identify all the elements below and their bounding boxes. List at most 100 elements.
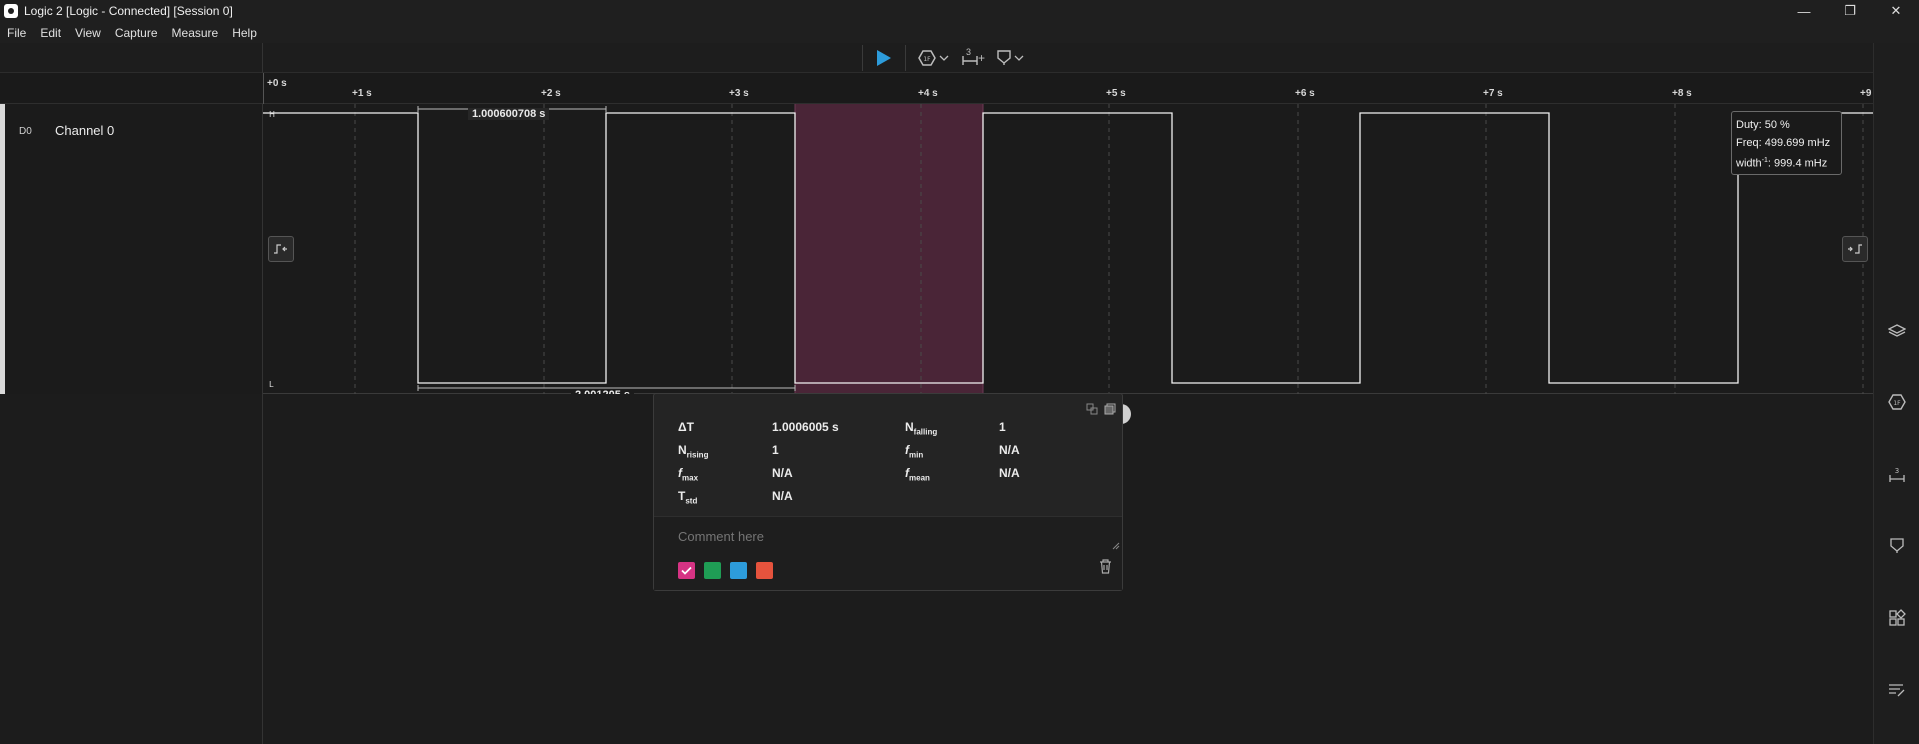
menu-file[interactable]: File xyxy=(0,26,33,40)
chevron-down-icon xyxy=(939,55,949,61)
play-icon xyxy=(877,50,891,66)
resize-grip-icon[interactable] xyxy=(1112,537,1120,555)
measure-icon: 3 xyxy=(1889,467,1905,482)
channel-name[interactable]: Channel 0 xyxy=(55,123,114,138)
menu-measure[interactable]: Measure xyxy=(165,26,226,40)
metric-f-max-value: N/A xyxy=(772,466,793,480)
sidebar-device-button[interactable] xyxy=(1887,321,1907,341)
capture-toolbar: 1F 3 + xyxy=(0,43,1873,73)
minimize-button[interactable]: — xyxy=(1781,0,1827,22)
high-marker: H xyxy=(269,110,275,119)
tick-label: +5 s xyxy=(1106,88,1126,99)
menu-bar: File Edit View Capture Measure Help xyxy=(0,22,1919,43)
metric-t-std-value: N/A xyxy=(772,489,793,503)
square-wave xyxy=(263,112,1873,384)
copy-button[interactable] xyxy=(1104,402,1116,420)
color-swatch-pink[interactable] xyxy=(678,562,695,579)
measurement-popup: ΔT 1.0006005 s Nfalling 1 Nrising 1 fmin… xyxy=(653,393,1123,591)
check-icon xyxy=(681,566,692,575)
popup-actions xyxy=(1080,402,1116,420)
restore-button[interactable]: ❐ xyxy=(1827,0,1873,22)
metric-t-std-label: Tstd xyxy=(678,489,698,506)
marker-icon xyxy=(997,50,1011,65)
comment-input[interactable] xyxy=(678,529,1078,544)
channel-id: D0 xyxy=(19,126,32,137)
time-ruler[interactable]: +0 s +1 s +2 s +3 s +4 s +5 s +6 s +7 s … xyxy=(0,73,1873,104)
sidebar-analyzers-button[interactable]: 1F xyxy=(1887,392,1907,412)
menu-help[interactable]: Help xyxy=(225,26,264,40)
tick-label: +3 s xyxy=(729,88,749,99)
metric-f-mean-label: fmean xyxy=(905,466,930,483)
tick-label: +6 s xyxy=(1295,88,1315,99)
next-edge-icon xyxy=(1848,244,1862,254)
metric-f-max-label: fmax xyxy=(678,466,699,483)
window-controls: — ❐ ✕ xyxy=(1781,0,1919,22)
color-swatch-red[interactable] xyxy=(756,562,773,579)
tooltip-duty: Duty: 50 % xyxy=(1736,119,1790,131)
tick-label: +8 s xyxy=(1672,88,1692,99)
marker-dropdown-button[interactable] xyxy=(997,50,1024,66)
app-logo-icon xyxy=(4,4,18,18)
extensions-icon xyxy=(1889,609,1906,626)
selection-highlight xyxy=(795,104,983,394)
window-title: Logic 2 [Logic - Connected] [Session 0] xyxy=(24,4,233,18)
metric-n-rising-value: 1 xyxy=(772,443,779,457)
layers-icon xyxy=(1888,324,1906,337)
metric-f-min-value: N/A xyxy=(999,443,1020,457)
previous-edge-button[interactable] xyxy=(268,236,294,262)
metric-n-falling-label: Nfalling xyxy=(905,420,938,437)
copy-icon xyxy=(1104,403,1116,415)
metric-delta-t-label: ΔT xyxy=(678,420,694,434)
measurement-tooltip: Duty: 50 % Freq: 499.699 mHz width-1: 99… xyxy=(1731,111,1842,175)
marker-icon xyxy=(1890,538,1904,553)
metric-delta-t-value: 1.0006005 s xyxy=(772,420,839,434)
start-capture-button[interactable] xyxy=(869,45,899,71)
trash-icon xyxy=(1100,559,1111,574)
metric-f-min-label: fmin xyxy=(905,443,924,460)
menu-view[interactable]: View xyxy=(68,26,108,40)
grid-lines xyxy=(354,104,1864,394)
pulse-width-label: 1.000600708 s xyxy=(468,108,550,120)
svg-text:3: 3 xyxy=(1895,467,1899,475)
metric-n-falling-value: 1 xyxy=(999,420,1006,434)
tick-label: +1 s xyxy=(352,88,372,99)
metric-f-mean-value: N/A xyxy=(999,466,1020,480)
measure-count: 3 xyxy=(966,47,972,57)
sidebar-extensions-button[interactable] xyxy=(1887,608,1907,628)
expand-button[interactable] xyxy=(1086,402,1098,420)
expand-icon xyxy=(1086,403,1098,415)
channel-panel[interactable]: D0 Channel 0 xyxy=(0,104,263,394)
chevron-down-icon xyxy=(1014,55,1024,61)
analyzer-icon: 1F xyxy=(1888,394,1906,410)
sidebar-markers-button[interactable] xyxy=(1887,536,1907,556)
tick-label: +2 s xyxy=(541,88,561,99)
delete-measurement-button[interactable] xyxy=(1099,559,1112,579)
title-bar: Logic 2 [Logic - Connected] [Session 0] … xyxy=(0,0,1919,22)
channel-color-stripe xyxy=(0,104,5,394)
tick-label: +9 xyxy=(1860,88,1872,99)
add-measurement-button[interactable]: 3 + xyxy=(961,47,986,66)
low-marker: L xyxy=(269,380,274,389)
menu-capture[interactable]: Capture xyxy=(108,26,165,40)
metric-n-rising-label: Nrising xyxy=(678,443,709,460)
toolbar-group: 1F 3 + xyxy=(862,45,1024,71)
tick-label-zero: +0 s xyxy=(267,78,287,89)
svg-text:1F: 1F xyxy=(1893,400,1901,407)
tick-label: +7 s xyxy=(1483,88,1503,99)
sidebar-measurements-button[interactable]: 3 xyxy=(1887,465,1907,485)
analyzer-dropdown-button[interactable]: 1F xyxy=(918,50,949,66)
right-sidebar: 1F 3 xyxy=(1873,43,1919,744)
waveform-graphic: H L xyxy=(263,104,1873,394)
previous-edge-icon xyxy=(274,244,287,254)
menu-edit[interactable]: Edit xyxy=(33,26,68,40)
tooltip-freq: Freq: 499.699 mHz xyxy=(1736,137,1831,149)
next-edge-button[interactable] xyxy=(1842,236,1868,262)
measure-plus: + xyxy=(978,51,986,65)
waveform-area[interactable]: H L 1.000600708 s 2.001205 s xyxy=(263,104,1873,401)
sidebar-notes-button[interactable] xyxy=(1887,680,1907,700)
comment-section xyxy=(654,516,1122,590)
color-swatch-blue[interactable] xyxy=(730,562,747,579)
analyzer-icon: 1F xyxy=(918,50,936,66)
close-button[interactable]: ✕ xyxy=(1873,0,1919,22)
color-swatch-green[interactable] xyxy=(704,562,721,579)
